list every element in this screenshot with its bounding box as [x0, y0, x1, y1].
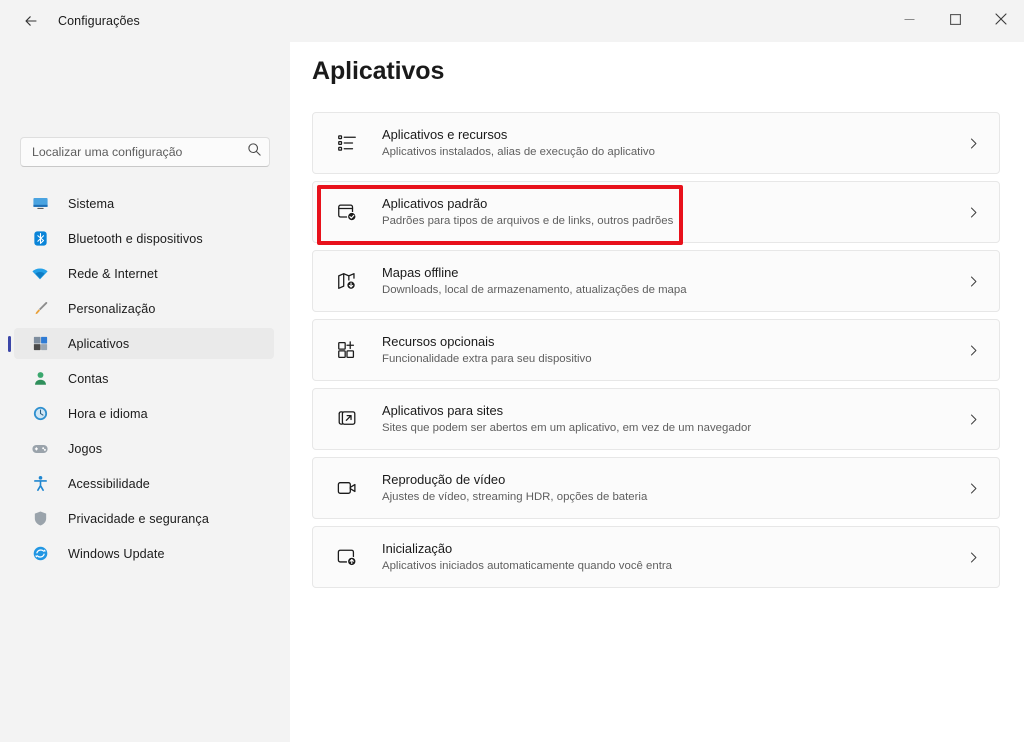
card-title: Recursos opcionais [382, 334, 495, 349]
sidebar-item-sistema[interactable]: Sistema [14, 188, 274, 219]
card-text: Reprodução de vídeo Ajustes de vídeo, st… [382, 471, 953, 505]
settings-card-mapas-offline[interactable]: Mapas offline Downloads, local de armaze… [312, 250, 1000, 312]
optional-features-plus-icon [335, 338, 359, 362]
search-button[interactable] [239, 138, 269, 166]
chevron-right-icon[interactable] [953, 413, 993, 426]
chevron-right-icon[interactable] [953, 275, 993, 288]
card-subtitle: Aplicativos iniciados automaticamente qu… [382, 560, 672, 572]
chevron-right-icon[interactable] [953, 482, 993, 495]
arrow-left-icon [23, 13, 39, 29]
sidebar-item-bluetooth-e-dispositivos[interactable]: Bluetooth e dispositivos [14, 223, 274, 254]
card-subtitle: Aplicativos instalados, alias de execuçã… [382, 146, 655, 158]
sidebar-item-jogos[interactable]: Jogos [14, 433, 274, 464]
sidebar-item-label: Bluetooth e dispositivos [68, 231, 203, 246]
maximize-icon [949, 12, 961, 30]
card-text: Aplicativos e recursos Aplicativos insta… [382, 126, 953, 160]
card-text: Mapas offline Downloads, local de armaze… [382, 264, 953, 298]
sidebar-item-label: Sistema [68, 196, 115, 211]
card-title: Inicialização [382, 541, 453, 556]
minimize-icon [904, 12, 915, 30]
sidebar-item-label: Jogos [68, 441, 103, 456]
card-subtitle: Downloads, local de armazenamento, atual… [382, 284, 687, 296]
card-text: Inicialização Aplicativos iniciados auto… [382, 540, 953, 574]
sidebar-item-label: Personalização [68, 301, 156, 316]
chevron-right-icon[interactable] [953, 344, 993, 357]
sidebar-item-label: Hora e idioma [68, 406, 148, 421]
card-title: Aplicativos para sites [382, 403, 504, 418]
close-button[interactable] [978, 0, 1024, 42]
search-icon [247, 142, 262, 162]
shield-icon [30, 509, 50, 529]
chevron-right-icon[interactable] [953, 206, 993, 219]
bluetooth-icon [30, 229, 50, 249]
settings-card-aplicativos-e-recursos[interactable]: Aplicativos e recursos Aplicativos insta… [312, 112, 1000, 174]
person-icon [30, 369, 50, 389]
card-title: Aplicativos padrão [382, 196, 488, 211]
sidebar-item-label: Aplicativos [68, 336, 130, 351]
sidebar-item-personalizacao[interactable]: Personalização [14, 293, 274, 324]
map-download-icon [335, 269, 359, 293]
accessibility-icon [30, 474, 50, 494]
sidebar: Sistema Bluetooth e dispositivos R [0, 42, 290, 742]
window-title: Configurações [58, 14, 140, 28]
settings-card-aplicativos-para-sites[interactable]: Aplicativos para sites Sites que podem s… [312, 388, 1000, 450]
window-controls [886, 0, 1024, 42]
gamepad-icon [30, 439, 50, 459]
maximize-button[interactable] [932, 0, 978, 42]
card-subtitle: Funcionalidade extra para seu dispositiv… [382, 353, 592, 365]
card-text: Aplicativos para sites Sites que podem s… [382, 402, 953, 436]
settings-card-recursos-opcionais[interactable]: Recursos opcionais Funcionalidade extra … [312, 319, 1000, 381]
minimize-button[interactable] [886, 0, 932, 42]
card-title: Reprodução de vídeo [382, 472, 506, 487]
apps-icon [30, 334, 50, 354]
chevron-right-icon[interactable] [953, 551, 993, 564]
settings-card-aplicativos-padrao[interactable]: Aplicativos padrão Padrões para tipos de… [312, 181, 1000, 243]
update-icon [30, 544, 50, 564]
settings-card-list: Aplicativos e recursos Aplicativos insta… [312, 112, 1000, 595]
search-input[interactable] [21, 138, 239, 166]
main-content: Aplicativos Aplicativos e recursos Aplic… [290, 42, 1024, 742]
sidebar-item-label: Acessibilidade [68, 476, 150, 491]
sidebar-item-contas[interactable]: Contas [14, 363, 274, 394]
video-icon [335, 476, 359, 500]
clock-icon [30, 404, 50, 424]
search-box[interactable] [20, 137, 270, 167]
card-title: Mapas offline [382, 265, 459, 280]
sidebar-item-hora-e-idioma[interactable]: Hora e idioma [14, 398, 274, 429]
paintbrush-icon [30, 299, 50, 319]
page-title: Aplicativos [312, 57, 445, 85]
monitor-icon [30, 194, 50, 214]
chevron-right-icon[interactable] [953, 137, 993, 150]
sidebar-item-rede-internet[interactable]: Rede & Internet [14, 258, 274, 289]
app-list-icon [335, 131, 359, 155]
default-apps-check-icon [335, 200, 359, 224]
card-subtitle: Sites que podem ser abertos em um aplica… [382, 422, 752, 434]
settings-card-inicializacao[interactable]: Inicialização Aplicativos iniciados auto… [312, 526, 1000, 588]
card-text: Recursos opcionais Funcionalidade extra … [382, 333, 953, 367]
startup-apps-icon [335, 545, 359, 569]
sidebar-item-label: Rede & Internet [68, 266, 158, 281]
settings-card-reproducao-de-video[interactable]: Reprodução de vídeo Ajustes de vídeo, st… [312, 457, 1000, 519]
back-button[interactable] [14, 6, 48, 36]
sidebar-item-acessibilidade[interactable]: Acessibilidade [14, 468, 274, 499]
open-external-icon [335, 407, 359, 431]
card-subtitle: Padrões para tipos de arquivos e de link… [382, 215, 674, 227]
card-text: Aplicativos padrão Padrões para tipos de… [382, 195, 953, 229]
sidebar-item-privacidade-e-seguranca[interactable]: Privacidade e segurança [14, 503, 274, 534]
sidebar-item-windows-update[interactable]: Windows Update [14, 538, 274, 569]
title-bar: Configurações [0, 0, 1024, 42]
selection-accent-bar [8, 335, 11, 352]
card-title: Aplicativos e recursos [382, 127, 508, 142]
sidebar-item-aplicativos[interactable]: Aplicativos [8, 328, 274, 359]
sidebar-item-label: Privacidade e segurança [68, 511, 209, 526]
close-icon [995, 12, 1007, 30]
sidebar-item-label: Contas [68, 371, 109, 386]
wifi-icon [30, 264, 50, 284]
card-subtitle: Ajustes de vídeo, streaming HDR, opções … [382, 491, 648, 503]
sidebar-nav: Sistema Bluetooth e dispositivos Rede & … [0, 184, 290, 573]
sidebar-item-label: Windows Update [68, 546, 165, 561]
